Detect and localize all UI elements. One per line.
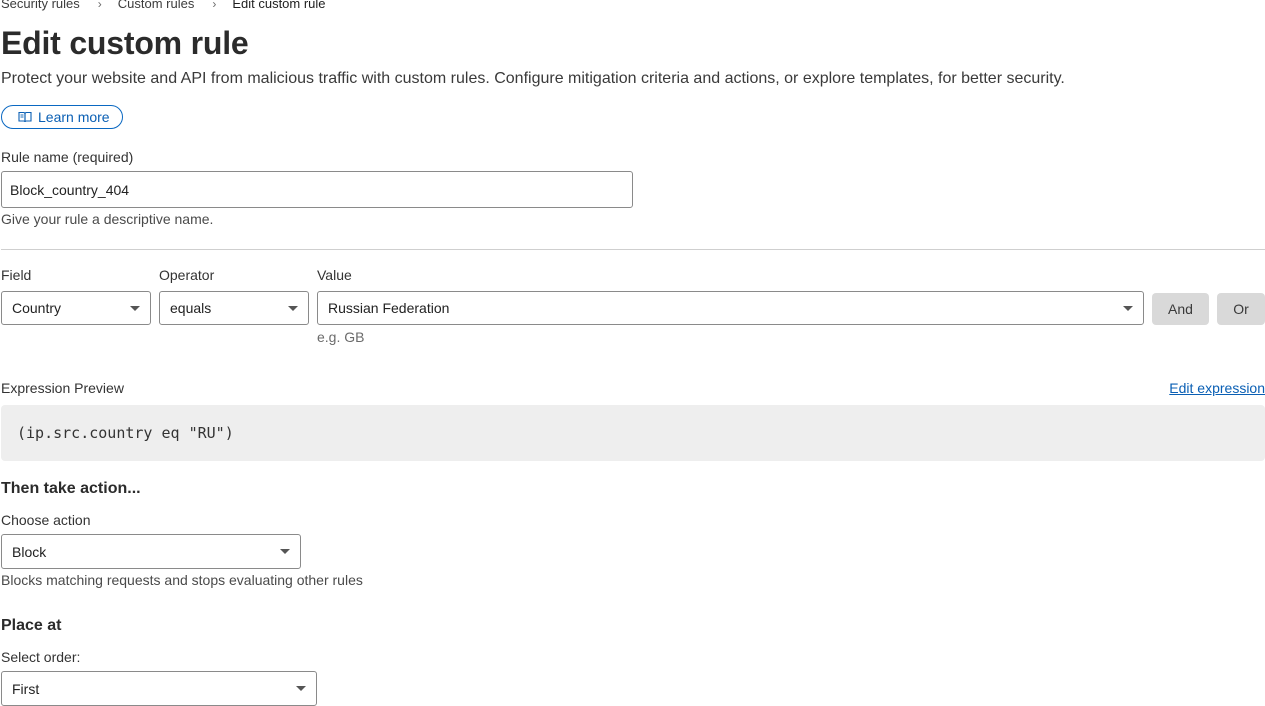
section-divider — [1, 249, 1265, 250]
action-select[interactable]: Block — [1, 534, 301, 569]
action-hint: Blocks matching requests and stops evalu… — [1, 572, 363, 588]
learn-more-label: Learn more — [38, 109, 110, 125]
caret-down-icon — [296, 686, 306, 691]
value-select-value: Russian Federation — [328, 300, 450, 316]
chevron-right-icon: › — [212, 0, 217, 11]
rule-name-value: Block_country_404 — [10, 181, 130, 198]
expression-text: (ip.src.country eq "RU") — [17, 424, 234, 442]
breadcrumb-custom-rules[interactable]: Custom rules — [118, 0, 195, 11]
select-order-label: Select order: — [1, 649, 81, 665]
breadcrumb: Security rules › Custom rules › Edit cus… — [1, 0, 326, 11]
edit-custom-rule-page: Security rules › Custom rules › Edit cus… — [0, 0, 1265, 706]
book-icon — [18, 111, 32, 123]
place-at-title: Place at — [1, 617, 62, 634]
rule-name-label: Rule name (required) — [1, 149, 134, 165]
caret-down-icon — [1123, 305, 1133, 311]
breadcrumb-current: Edit custom rule — [232, 0, 326, 11]
caret-down-icon — [130, 305, 140, 311]
choose-action-label: Choose action — [1, 512, 91, 528]
operator-select-value: equals — [170, 300, 212, 316]
field-label: Field — [1, 267, 32, 283]
edit-expression-link[interactable]: Edit expression — [1169, 380, 1265, 396]
field-select-value: Country — [12, 300, 62, 316]
expression-preview: (ip.src.country eq "RU") — [1, 405, 1265, 461]
or-button[interactable]: Or — [1217, 293, 1265, 325]
page-title: Edit custom rule — [1, 25, 249, 61]
action-section-title: Then take action... — [1, 480, 141, 497]
action-select-value: Block — [12, 543, 47, 560]
operator-select[interactable]: equals — [159, 291, 309, 325]
value-select[interactable]: Russian Federation — [317, 291, 1144, 325]
chevron-right-icon: › — [97, 0, 102, 11]
expression-preview-label: Expression Preview — [1, 380, 124, 396]
learn-more-button[interactable]: Learn more — [1, 105, 123, 129]
field-select[interactable]: Country — [1, 291, 151, 325]
value-label: Value — [317, 267, 352, 283]
breadcrumb-security-rules[interactable]: Security rules — [1, 0, 80, 11]
and-button[interactable]: And — [1152, 293, 1209, 325]
operator-label: Operator — [159, 267, 215, 283]
page-description: Protect your website and API from malici… — [1, 70, 1065, 87]
order-select[interactable]: First — [1, 671, 317, 706]
rule-name-input[interactable]: Block_country_404 — [1, 171, 633, 208]
order-select-value: First — [12, 680, 40, 697]
value-hint: e.g. GB — [317, 329, 365, 345]
rule-name-hint: Give your rule a descriptive name. — [1, 211, 214, 227]
caret-down-icon — [280, 549, 290, 554]
caret-down-icon — [288, 305, 298, 311]
